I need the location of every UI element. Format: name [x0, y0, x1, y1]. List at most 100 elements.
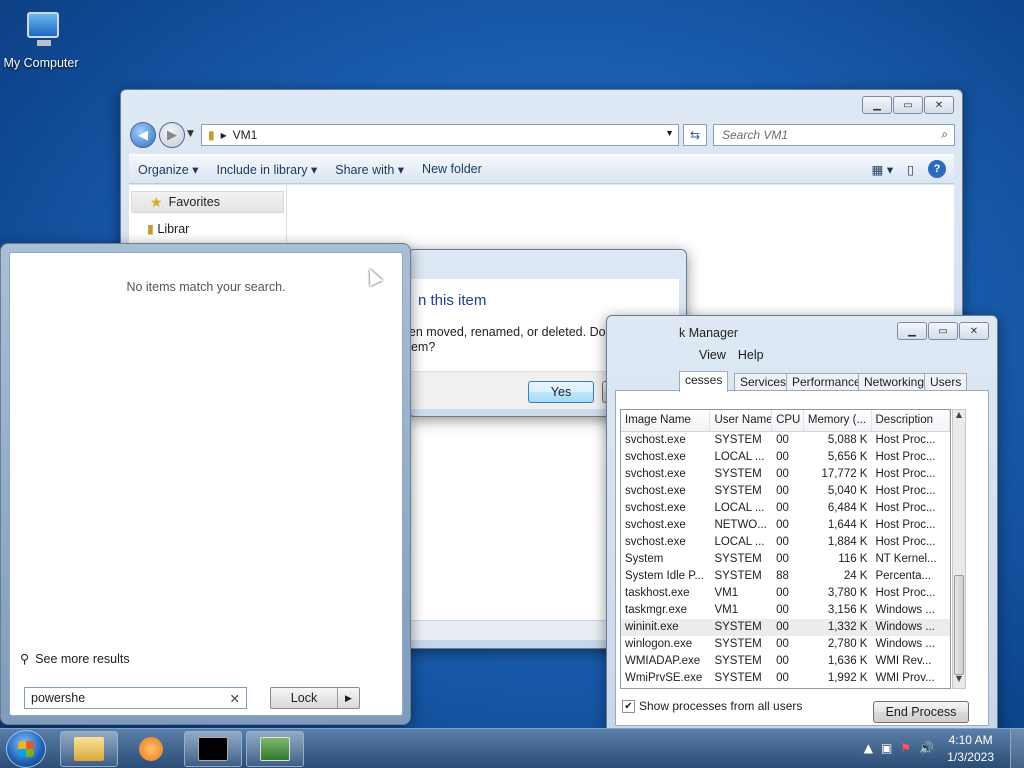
table-row[interactable]: System SYSTEM 00 116 K NT Kernel...	[621, 551, 950, 568]
table-row[interactable]: svchost.exe SYSTEM 00 5,040 K Host Proc...	[621, 483, 950, 500]
column-cpu[interactable]: CPU	[772, 410, 804, 431]
minimize-button[interactable]: ▁	[862, 96, 892, 114]
tab-processes[interactable]: cesses	[679, 371, 729, 392]
address-dropdown-icon[interactable]: ▼	[665, 128, 674, 138]
minimize-button[interactable]: ▁	[897, 322, 927, 340]
cell-description: WMI Rev...	[875, 655, 932, 667]
process-list-scrollbar[interactable]: ▲ ▼	[952, 409, 966, 689]
table-row[interactable]: svchost.exe SYSTEM 00 5,088 K Host Proc...	[621, 432, 950, 449]
cell-cpu: 00	[776, 604, 789, 616]
nav-libraries[interactable]: ▮ Librar	[147, 221, 286, 236]
change-view-icon[interactable]: ▦ ▾	[872, 162, 894, 177]
yes-button[interactable]: Yes	[528, 381, 594, 403]
cell-image-name: System Idle P...	[625, 570, 705, 582]
column-image-name[interactable]: Image Name	[621, 410, 711, 431]
search-value: powershe	[31, 691, 86, 705]
search-icon: ⚲	[20, 652, 30, 666]
table-row[interactable]: WmiPrvSE.exe SYSTEM 00 1,992 K WMI Prov...	[621, 670, 950, 687]
start-search-input[interactable]: powershe ✕	[24, 687, 247, 709]
scroll-down-icon[interactable]: ▼	[953, 674, 965, 688]
taskbar-task-manager[interactable]	[246, 731, 304, 767]
computer-icon	[19, 8, 63, 52]
tab-users[interactable]: Users	[924, 373, 968, 391]
start-button[interactable]	[6, 730, 46, 768]
cell-description: Host Proc...	[875, 468, 936, 480]
action-center-flag-icon[interactable]: ⚑	[900, 741, 911, 755]
close-button[interactable]: ✕	[959, 322, 989, 340]
new-folder-button[interactable]: New folder	[413, 162, 491, 176]
cell-image-name: System	[625, 553, 664, 565]
column-user-name[interactable]: User Name	[710, 410, 773, 431]
close-button[interactable]: ✕	[924, 96, 954, 114]
table-row[interactable]: winlogon.exe SYSTEM 00 2,780 K Windows ...	[621, 636, 950, 653]
clear-search-icon[interactable]: ✕	[230, 691, 240, 706]
scroll-thumb[interactable]	[954, 575, 964, 675]
show-desktop-button[interactable]	[1010, 729, 1024, 768]
table-row[interactable]: taskmgr.exe VM1 00 3,156 K Windows ...	[621, 602, 950, 619]
cell-memory: 1,332 K	[827, 621, 868, 633]
table-row[interactable]: taskhost.exe VM1 00 3,780 K Host Proc...	[621, 585, 950, 602]
see-more-results-link[interactable]: ⚲ See more results	[20, 651, 130, 667]
cell-description: Windows ...	[875, 604, 935, 616]
column-memory[interactable]: Memory (...	[804, 410, 872, 431]
cell-user-name: SYSTEM	[714, 434, 762, 446]
clock[interactable]: 4:10 AM 1/3/2023	[947, 732, 994, 766]
taskbar-explorer[interactable]	[60, 731, 118, 767]
forward-button[interactable]: ▶	[159, 122, 185, 148]
scroll-up-icon[interactable]: ▲	[953, 410, 965, 424]
network-icon[interactable]: ▣	[881, 741, 892, 755]
cell-user-name: SYSTEM	[714, 655, 762, 667]
cell-image-name: svchost.exe	[625, 451, 686, 463]
menu-view[interactable]: View	[699, 348, 726, 362]
cell-image-name: WMIADAP.exe	[625, 655, 701, 667]
cell-cpu: 00	[776, 502, 789, 514]
search-icon: ⌕	[941, 127, 948, 141]
refresh-button[interactable]: ⇆	[683, 124, 707, 146]
menu-help[interactable]: Help	[738, 348, 764, 362]
table-row[interactable]: WMIADAP.exe SYSTEM 00 1,636 K WMI Rev...	[621, 653, 950, 670]
search-input[interactable]: Search VM1 ⌕	[713, 124, 955, 146]
tab-services[interactable]: Services	[734, 373, 793, 391]
cell-cpu: 00	[776, 621, 789, 633]
nav-favorites[interactable]: ★ Favorites	[131, 191, 284, 213]
cell-image-name: taskmgr.exe	[625, 604, 687, 616]
address-path: VM1	[232, 128, 258, 142]
cell-user-name: SYSTEM	[714, 570, 762, 582]
tab-networking[interactable]: Networking	[858, 373, 931, 391]
table-row[interactable]: wininit.exe SYSTEM 00 1,332 K Windows ...	[621, 619, 950, 636]
maximize-button[interactable]: ▭	[893, 96, 923, 114]
tab-performance[interactable]: Performance	[786, 373, 867, 391]
table-row[interactable]: svchost.exe NETWO... 00 1,644 K Host Proc...	[621, 517, 950, 534]
organize-button[interactable]: Organize ▾	[129, 162, 207, 177]
help-icon[interactable]: ?	[928, 160, 946, 178]
volume-icon[interactable]: 🔊	[919, 741, 934, 755]
cell-memory: 3,156 K	[827, 604, 868, 616]
table-row[interactable]: svchost.exe SYSTEM 00 17,772 K Host Proc...	[621, 466, 950, 483]
share-with-button[interactable]: Share with ▾	[326, 162, 413, 177]
lock-button[interactable]: Lock ▶	[270, 687, 360, 709]
taskbar-media-player[interactable]	[122, 731, 180, 767]
table-row[interactable]: svchost.exe LOCAL ... 00 1,884 K Host Proc..…	[621, 534, 950, 551]
my-computer-desktop-icon[interactable]: My Computer	[2, 8, 80, 70]
libraries-icon: ▮	[147, 222, 154, 236]
cell-description: Host Proc...	[875, 536, 936, 548]
column-description[interactable]: Description	[872, 410, 950, 431]
back-button[interactable]: ◀	[130, 122, 156, 148]
table-row[interactable]: svchost.exe LOCAL ... 00 5,656 K Host Proc..…	[621, 449, 950, 466]
cell-description: WMI Prov...	[875, 672, 935, 684]
preview-pane-icon[interactable]: ▯	[907, 162, 914, 177]
end-process-button[interactable]: End Process	[873, 701, 969, 723]
show-hidden-icons-icon[interactable]: ▲	[864, 741, 873, 755]
taskbar-command-prompt[interactable]	[184, 731, 242, 767]
include-in-library-button[interactable]: Include in library ▾	[207, 162, 326, 177]
clock-time: 4:10 AM	[948, 733, 993, 747]
power-options-arrow-icon[interactable]: ▶	[337, 688, 359, 708]
recent-pages-dropdown[interactable]: ▼	[187, 129, 194, 139]
dialog-title: n this item	[418, 292, 487, 309]
show-all-processes-checkbox[interactable]: ✔ Show processes from all users	[622, 699, 802, 713]
table-row[interactable]: System Idle P... SYSTEM 88 24 K Percenta...	[621, 568, 950, 585]
maximize-button[interactable]: ▭	[928, 322, 958, 340]
processes-panel: Image Name User Name CPU Memory (... Des…	[615, 390, 989, 726]
address-bar[interactable]: ▮ ▸ VM1 ▼	[201, 124, 679, 146]
table-row[interactable]: svchost.exe LOCAL ... 00 6,484 K Host Proc..…	[621, 500, 950, 517]
